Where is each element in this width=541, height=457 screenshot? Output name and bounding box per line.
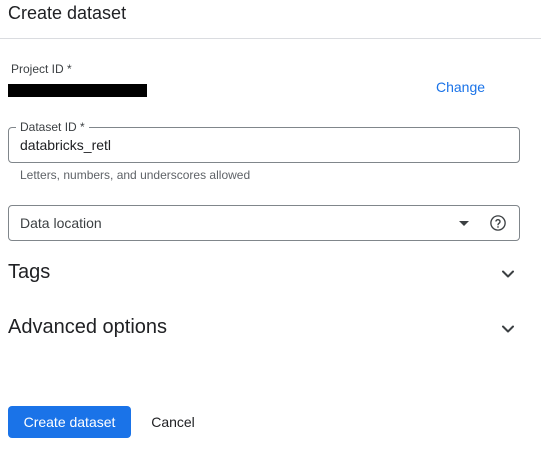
dataset-id-field[interactable]: Dataset ID * (8, 120, 520, 163)
project-id-label: Project ID * (11, 62, 72, 76)
data-location-select[interactable]: Data location (8, 205, 520, 241)
tags-section-label: Tags (8, 261, 51, 283)
page-title: Create dataset (8, 3, 127, 23)
advanced-options-label: Advanced options (8, 316, 168, 338)
chevron-down-icon[interactable] (500, 266, 516, 282)
dataset-id-hint: Letters, numbers, and underscores allowe… (20, 168, 251, 182)
cancel-button[interactable]: Cancel (138, 406, 208, 438)
dropdown-arrow-icon[interactable] (459, 221, 469, 226)
chevron-down-icon[interactable] (500, 321, 516, 337)
advanced-options-section-header[interactable]: Advanced options (8, 314, 520, 344)
tags-section-header[interactable]: Tags (8, 259, 520, 289)
create-dataset-button[interactable]: Create dataset (8, 406, 131, 438)
project-id-value-redacted (8, 84, 147, 97)
dataset-id-input[interactable] (20, 128, 500, 162)
data-location-placeholder: Data location (20, 215, 102, 231)
help-icon[interactable] (489, 214, 507, 232)
header-divider (0, 38, 541, 39)
create-dataset-panel: Create dataset Project ID * Change Datas… (0, 0, 541, 457)
change-project-link[interactable]: Change (436, 79, 485, 95)
